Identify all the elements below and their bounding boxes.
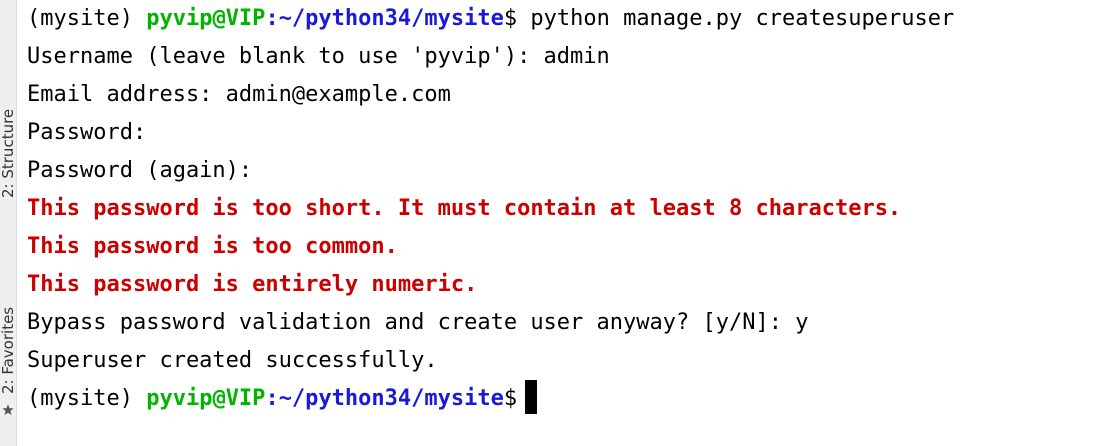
error-entirely-numeric: This password is entirely numeric. [27,272,478,297]
password-line: Password: [27,120,147,145]
favorites-tab[interactable]: 2: Favorites [0,262,16,407]
star-icon[interactable] [2,404,14,416]
text-cursor [525,380,538,414]
prompt-path: ~/python34/mysite [278,386,504,411]
ide-terminal-window: 2: Structure 2: Favorites (mysite) pyvip… [0,0,1108,446]
prompt-separator: : [265,6,279,31]
structure-tab[interactable]: 2: Structure [0,0,16,205]
prompt-env: (mysite) [27,386,147,411]
structure-tab-label: 2: Structure [0,108,17,198]
email-line: Email address: admin@example.com [27,82,451,107]
active-prompt-line[interactable]: (mysite) pyvip@VIP:~/python34/mysite$ [27,380,1108,418]
prompt-dollar: $ [503,6,518,31]
favorites-tab-label: 2: Favorites [0,306,17,394]
prompt-user-host: pyvip@VIP [146,386,266,411]
prompt-path: ~/python34/mysite [278,6,504,31]
prompt-user-host: pyvip@VIP [146,6,266,31]
prompt-separator: : [265,386,279,411]
side-tool-strip: 2: Structure 2: Favorites [0,0,17,446]
prompt-dollar: $ [503,386,518,411]
password-again-line: Password (again): [27,158,253,183]
command-text: python manage.py createsuperuser [517,6,955,31]
command-line: (mysite) pyvip@VIP:~/python34/mysite$ py… [27,0,1108,38]
username-line: Username (leave blank to use 'pyvip'): a… [27,44,610,69]
error-too-common: This password is too common. [27,234,398,259]
bypass-confirm-line: Bypass password validation and create us… [27,310,809,335]
error-too-short: This password is too short. It must cont… [27,196,902,221]
success-line: Superuser created successfully. [27,348,438,373]
prompt-env: (mysite) [27,6,147,31]
terminal-output[interactable]: (mysite) pyvip@VIP:~/python34/mysite$ py… [27,0,1108,446]
